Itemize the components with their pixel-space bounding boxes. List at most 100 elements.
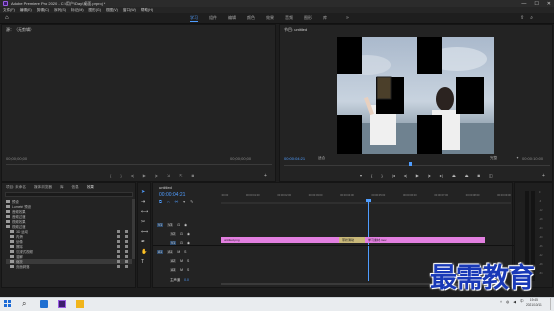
workspace-more-button[interactable]: » — [346, 15, 349, 21]
extract-icon[interactable]: ⏏ — [465, 173, 469, 178]
step-forward-icon[interactable]: |▸ — [155, 173, 158, 178]
effects-scrollbar[interactable] — [132, 199, 135, 259]
pen-tool-icon[interactable]: ✒ — [141, 239, 148, 245]
menu-graphics[interactable]: 图形(G) — [89, 8, 101, 13]
linked-selection-icon[interactable]: ⚯ — [175, 199, 178, 204]
chevron-up-icon[interactable]: ˄ — [500, 300, 502, 304]
selection-tool-icon[interactable]: ➤ — [141, 189, 148, 195]
mark-in-icon[interactable]: { — [371, 173, 372, 178]
program-timecode-current[interactable]: 00:00:04:21 — [284, 156, 305, 161]
step-back-icon[interactable]: ◂| — [131, 173, 134, 178]
track-label-v3[interactable]: V3 — [167, 223, 174, 227]
tab-effects-panel[interactable]: 效果 — [87, 185, 94, 190]
add-marker-icon[interactable]: ▾ — [183, 199, 185, 204]
work-area-bar[interactable] — [221, 202, 511, 204]
track-label-v2[interactable]: V2 — [170, 232, 177, 236]
effects-search-input[interactable] — [5, 192, 133, 197]
play-icon[interactable]: ▶ — [416, 173, 419, 178]
source-patch-v[interactable]: V1 — [157, 223, 164, 227]
go-to-in-icon[interactable]: |◂ — [392, 173, 395, 178]
overwrite-icon[interactable]: ⇱ — [179, 173, 182, 178]
razor-tool-icon[interactable]: ✂ — [141, 219, 148, 225]
track-label-a1[interactable]: A1 — [167, 250, 174, 254]
timeline-tab[interactable]: untitled — [159, 185, 172, 190]
comparison-view-icon[interactable]: ◫ — [489, 173, 493, 178]
home-icon[interactable]: ⌂ — [5, 15, 11, 21]
search-icon[interactable]: ⌕ — [530, 15, 533, 21]
windows-start-icon[interactable] — [4, 300, 11, 307]
go-to-out-icon[interactable]: ▸| — [440, 173, 443, 178]
menu-window[interactable]: 窗口(W) — [123, 8, 136, 13]
type-tool-icon[interactable]: T — [141, 259, 148, 265]
list-item[interactable]: 页面剥落 — [6, 264, 132, 269]
add-button-icon[interactable]: + — [542, 173, 545, 179]
menu-clip[interactable]: 剪辑(C) — [37, 8, 49, 13]
timeline-timecode[interactable]: 00:00:04:21 — [159, 192, 185, 198]
tab-media-browser[interactable]: 媒体浏览器 — [34, 185, 52, 190]
source-patch-a[interactable]: A1 — [157, 250, 164, 254]
program-panel-tab[interactable]: 节目: untitled — [284, 27, 307, 33]
track-select-tool-icon[interactable]: ⇥ — [141, 199, 148, 205]
mark-out-icon[interactable]: } — [381, 173, 382, 178]
master-volume-value[interactable]: 0.0 — [184, 278, 189, 282]
solo-icon[interactable]: S — [187, 268, 189, 272]
settings-wrench-icon[interactable]: ✎ — [190, 199, 193, 204]
tab-libraries[interactable]: 库 — [323, 15, 327, 22]
solo-icon[interactable]: S — [187, 259, 189, 263]
eye-icon[interactable]: ◉ — [184, 223, 187, 227]
playhead-handle[interactable] — [366, 199, 371, 202]
language-indicator[interactable]: 中 — [520, 299, 524, 304]
file-explorer-icon[interactable] — [76, 300, 84, 308]
menu-edit[interactable]: 编辑(E) — [20, 8, 32, 13]
tab-assembly[interactable]: 组件 — [209, 15, 217, 22]
quality-dropdown[interactable]: 完整 — [490, 156, 497, 161]
tab-color[interactable]: 颜色 — [247, 15, 255, 22]
source-scrub-bar[interactable] — [6, 164, 272, 165]
mute-icon[interactable]: M — [177, 250, 180, 254]
track-label-a2[interactable]: A2 — [170, 259, 177, 263]
tab-editing[interactable]: 编辑 — [228, 15, 236, 22]
maximize-button[interactable]: ☐ — [534, 1, 538, 7]
mute-icon[interactable]: M — [180, 268, 183, 272]
slip-tool-icon[interactable]: ⟺ — [141, 229, 148, 235]
solo-icon[interactable]: S — [184, 250, 186, 254]
eye-icon[interactable]: ◉ — [187, 232, 190, 236]
lift-icon[interactable]: ⏏ — [452, 173, 456, 178]
edge-browser-icon[interactable] — [40, 300, 48, 308]
clip-untitled[interactable]: untitled.png — [221, 237, 339, 243]
clip-learning-material[interactable]: 学习素材.mov — [365, 237, 485, 243]
minimize-button[interactable]: — — [521, 1, 526, 7]
tab-library[interactable]: 库 — [60, 185, 64, 190]
track-label-a3[interactable]: A3 — [170, 268, 177, 272]
step-forward-icon[interactable]: |▸ — [428, 173, 431, 178]
snap-icon[interactable]: ∩ — [167, 199, 170, 204]
menu-sequence[interactable]: 序列(S) — [54, 8, 66, 13]
premiere-taskbar-icon[interactable] — [58, 300, 66, 308]
add-button-icon[interactable]: + — [264, 173, 267, 179]
tab-effects[interactable]: 效果 — [266, 15, 274, 22]
nest-icon[interactable]: ⧉ — [159, 199, 162, 204]
tab-project[interactable]: 项目: 未命名 — [6, 185, 26, 190]
settings-icon[interactable]: ✦ — [516, 156, 519, 160]
share-icon[interactable]: ⇪ — [520, 15, 524, 21]
tab-info[interactable]: 信息 — [72, 185, 79, 190]
step-back-icon[interactable]: ◂| — [404, 173, 407, 178]
clock[interactable]: 19:45 2021/10/11 — [526, 298, 542, 307]
mute-icon[interactable]: M — [180, 259, 183, 263]
mark-in-icon[interactable]: { — [110, 173, 111, 178]
insert-icon[interactable]: ⇲ — [167, 173, 170, 178]
lock-icon[interactable]: ⊡ — [177, 223, 180, 227]
search-icon[interactable]: ⌕ — [22, 300, 30, 308]
program-playhead[interactable] — [409, 162, 412, 166]
transition-band-slide[interactable]: 带状滑动 — [339, 237, 365, 243]
volume-icon[interactable]: ◀ — [513, 300, 516, 304]
export-frame-icon[interactable]: ◙ — [478, 173, 480, 178]
menu-help[interactable]: 帮助(H) — [141, 8, 153, 13]
network-icon[interactable]: ◍ — [506, 300, 509, 304]
close-button[interactable]: ✕ — [547, 1, 551, 7]
ripple-edit-tool-icon[interactable]: ⟷ — [141, 209, 148, 215]
add-marker-icon[interactable]: ▾ — [360, 173, 362, 178]
play-icon[interactable]: ▶ — [143, 173, 146, 178]
show-desktop-button[interactable] — [550, 298, 553, 310]
source-timecode-left[interactable]: 00;00;00;00 — [6, 156, 27, 161]
